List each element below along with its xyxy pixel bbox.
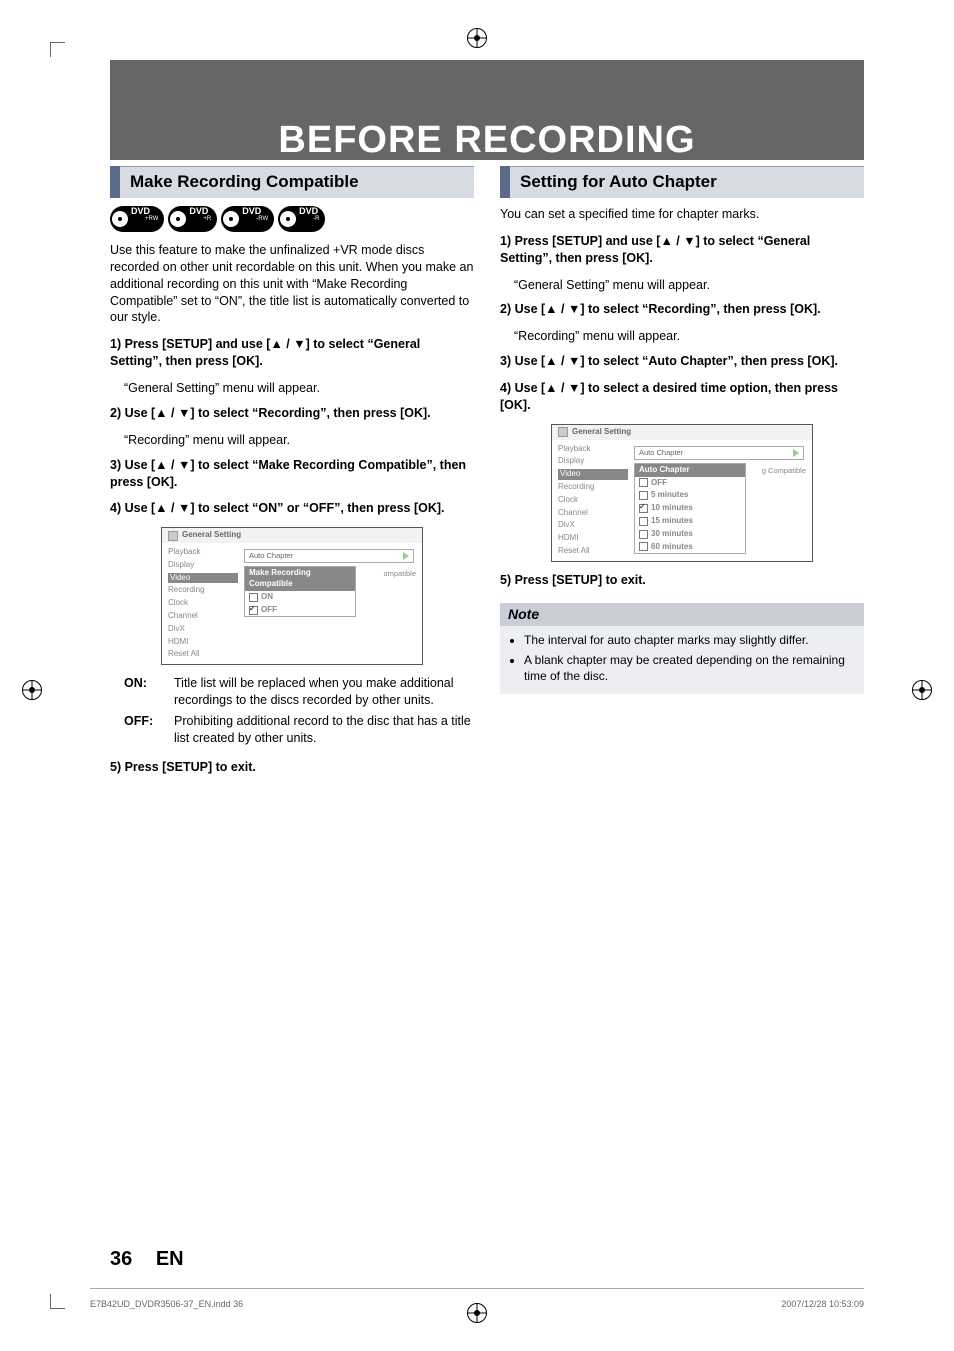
step-text: 2) Use [▲ / ▼] to select “Recording”, th… [500, 301, 864, 318]
checkbox-checked-icon [639, 504, 648, 513]
step-sub: “Recording” menu will appear. [514, 328, 864, 345]
window-icon [168, 531, 178, 541]
settings-ui-screenshot: General Setting Playback Display Video R… [161, 527, 423, 665]
ui-side-item: Channel [558, 508, 628, 519]
ui-side-item-selected: Video [168, 573, 238, 584]
ui-side-item: Channel [168, 611, 238, 622]
intro-text: Use this feature to make the unfinalized… [110, 242, 474, 326]
ui-option: OFF [635, 477, 745, 490]
ui-title: General Setting [182, 530, 241, 541]
step-sub: “General Setting” menu will appear. [124, 380, 474, 397]
disc-badge: DVD-RW [221, 206, 274, 232]
ui-option: OFF [245, 604, 355, 617]
checkbox-icon [639, 491, 648, 500]
step-text: 4) Use [▲ / ▼] to select a desired time … [500, 380, 864, 414]
ui-field: Auto Chapter [244, 549, 414, 563]
ui-side-item: HDMI [558, 533, 628, 544]
page-number: 36 EN [110, 1248, 184, 1271]
ui-option: 15 minutes [635, 515, 745, 528]
note-item: The interval for auto chapter marks may … [524, 632, 854, 648]
disc-badge: DVD+R [168, 206, 217, 232]
step-text: 1) Press [SETUP] and use [▲ / ▼] to sele… [500, 233, 864, 267]
step-text: 1) Press [SETUP] and use [▲ / ▼] to sele… [110, 336, 474, 370]
ui-option: 10 minutes [635, 502, 745, 515]
right-column: Setting for Auto Chapter You can set a s… [500, 166, 864, 786]
step-sub: “General Setting” menu will appear. [514, 277, 864, 294]
ui-side-item: DivX [558, 520, 628, 531]
ui-popup-title: Auto Chapter [635, 464, 745, 477]
section-heading-text: Make Recording Compatible [120, 166, 474, 198]
ui-sidebar: Playback Display Video Recording Clock C… [552, 440, 634, 561]
ui-truncated-text: g Compatible [762, 466, 806, 476]
footer-file: E7B42UD_DVDR3506-37_EN.indd 36 [90, 1299, 243, 1309]
ui-side-item: Clock [558, 495, 628, 506]
ui-side-item: Reset All [558, 546, 628, 557]
ui-side-item: DivX [168, 624, 238, 635]
manual-page: BEFORE RECORDING Make Recording Compatib… [0, 0, 954, 1351]
ui-side-item-selected: Video [558, 469, 628, 480]
checkbox-checked-icon [249, 606, 258, 615]
note-title: Note [500, 603, 864, 626]
ui-popup-title: Make Recording Compatible [245, 567, 355, 591]
def-key: OFF: [124, 713, 168, 747]
ui-side-item: Playback [168, 547, 238, 558]
checkbox-icon [639, 478, 648, 487]
note-item: A blank chapter may be created depending… [524, 652, 854, 684]
ui-side-item: Recording [558, 482, 628, 493]
footer-rule [90, 1288, 864, 1289]
page-title: BEFORE RECORDING [278, 119, 695, 162]
note-body: The interval for auto chapter marks may … [500, 626, 864, 695]
ui-field: Auto Chapter [634, 446, 804, 460]
step-text: 3) Use [▲ / ▼] to select “Auto Chapter”,… [500, 353, 864, 370]
step-text: 5) Press [SETUP] to exit. [110, 759, 474, 776]
section-heading: Make Recording Compatible [110, 166, 474, 198]
ui-side-item: Playback [558, 444, 628, 455]
ui-title: General Setting [572, 427, 631, 438]
step-text: 4) Use [▲ / ▼] to select “ON” or “OFF”, … [110, 500, 474, 517]
intro-text: You can set a specified time for chapter… [500, 206, 864, 223]
settings-ui-screenshot: General Setting Playback Display Video R… [551, 424, 813, 562]
play-arrow-icon [793, 449, 799, 457]
note-box: Note The interval for auto chapter marks… [500, 603, 864, 694]
ui-popup: Auto Chapter OFF 5 minutes 10 minutes 15… [634, 463, 746, 555]
ui-side-item: Display [168, 560, 238, 571]
definition-list: ON: Title list will be replaced when you… [124, 675, 474, 747]
ui-popup: Make Recording Compatible ON OFF [244, 566, 356, 617]
section-heading: Setting for Auto Chapter [500, 166, 864, 198]
checkbox-icon [639, 530, 648, 539]
ui-option: 5 minutes [635, 489, 745, 502]
def-value: Prohibiting additional record to the dis… [174, 713, 474, 747]
play-arrow-icon [403, 552, 409, 560]
disc-format-row: DVD+RW DVD+R DVD-RW DVD-R [110, 206, 474, 232]
left-column: Make Recording Compatible DVD+RW DVD+R D… [110, 166, 474, 786]
def-key: ON: [124, 675, 168, 709]
ui-option: 30 minutes [635, 528, 745, 541]
step-sub: “Recording” menu will appear. [124, 432, 474, 449]
disc-badge: DVD-R [278, 206, 325, 232]
ui-truncated-text: ompatible [383, 569, 416, 579]
section-heading-text: Setting for Auto Chapter [510, 166, 864, 198]
step-text: 3) Use [▲ / ▼] to select “Make Recording… [110, 457, 474, 491]
registration-mark-icon [467, 1303, 487, 1323]
page-title-banner: BEFORE RECORDING [110, 60, 864, 160]
ui-side-item: Display [558, 456, 628, 467]
def-value: Title list will be replaced when you mak… [174, 675, 474, 709]
checkbox-icon [639, 517, 648, 526]
ui-option: 60 minutes [635, 541, 745, 554]
ui-side-item: Recording [168, 585, 238, 596]
ui-side-item: Clock [168, 598, 238, 609]
ui-side-item: Reset All [168, 649, 238, 660]
checkbox-icon [249, 593, 258, 602]
ui-sidebar: Playback Display Video Recording Clock C… [162, 543, 244, 664]
ui-option: ON [245, 591, 355, 604]
step-text: 2) Use [▲ / ▼] to select “Recording”, th… [110, 405, 474, 422]
footer-timestamp: 2007/12/28 10:53:09 [781, 1299, 864, 1309]
disc-badge: DVD+RW [110, 206, 164, 232]
checkbox-icon [639, 542, 648, 551]
window-icon [558, 427, 568, 437]
step-text: 5) Press [SETUP] to exit. [500, 572, 864, 589]
ui-side-item: HDMI [168, 637, 238, 648]
